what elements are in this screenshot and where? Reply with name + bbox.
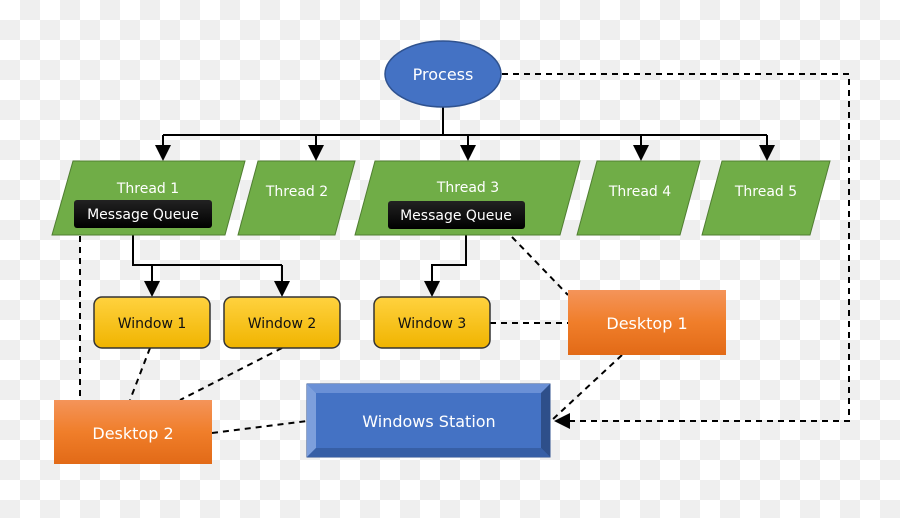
desktop-label: Desktop 2 <box>92 424 173 443</box>
window-3: Window 3 <box>373 296 491 349</box>
process-node: Process <box>384 40 502 108</box>
thread-2: Thread 2 <box>237 160 356 236</box>
window-2: Window 2 <box>223 296 341 349</box>
process-label: Process <box>413 65 474 84</box>
window-label: Window 2 <box>248 316 317 332</box>
message-queue-label: Message Queue <box>400 208 512 224</box>
thread-label: Thread 2 <box>265 184 328 200</box>
window-1: Window 1 <box>93 296 211 349</box>
desktop-2: Desktop 2 <box>54 400 212 464</box>
thread-5: Thread 5 <box>701 160 831 236</box>
thread-1: Thread 1 Message Queue <box>51 160 246 236</box>
thread-label: Thread 5 <box>734 184 797 200</box>
window-label: Window 1 <box>118 316 187 332</box>
message-queue-label: Message Queue <box>87 207 199 223</box>
thread-label: Thread 3 <box>436 180 499 196</box>
window-label: Window 3 <box>398 316 467 332</box>
diagram-canvas: Process Thread 1 Message Queue Thread 2 … <box>51 40 850 464</box>
desktop-1: Desktop 1 <box>568 290 726 355</box>
dashed-connectors <box>79 73 850 434</box>
thread-3: Thread 3 Message Queue <box>354 160 581 236</box>
station-label: Windows Station <box>362 412 495 431</box>
thread-label: Thread 4 <box>608 184 671 200</box>
thread-label: Thread 1 <box>116 181 179 197</box>
windows-station: Windows Station <box>306 383 551 458</box>
thread-4: Thread 4 <box>576 160 701 236</box>
desktop-label: Desktop 1 <box>606 314 687 333</box>
